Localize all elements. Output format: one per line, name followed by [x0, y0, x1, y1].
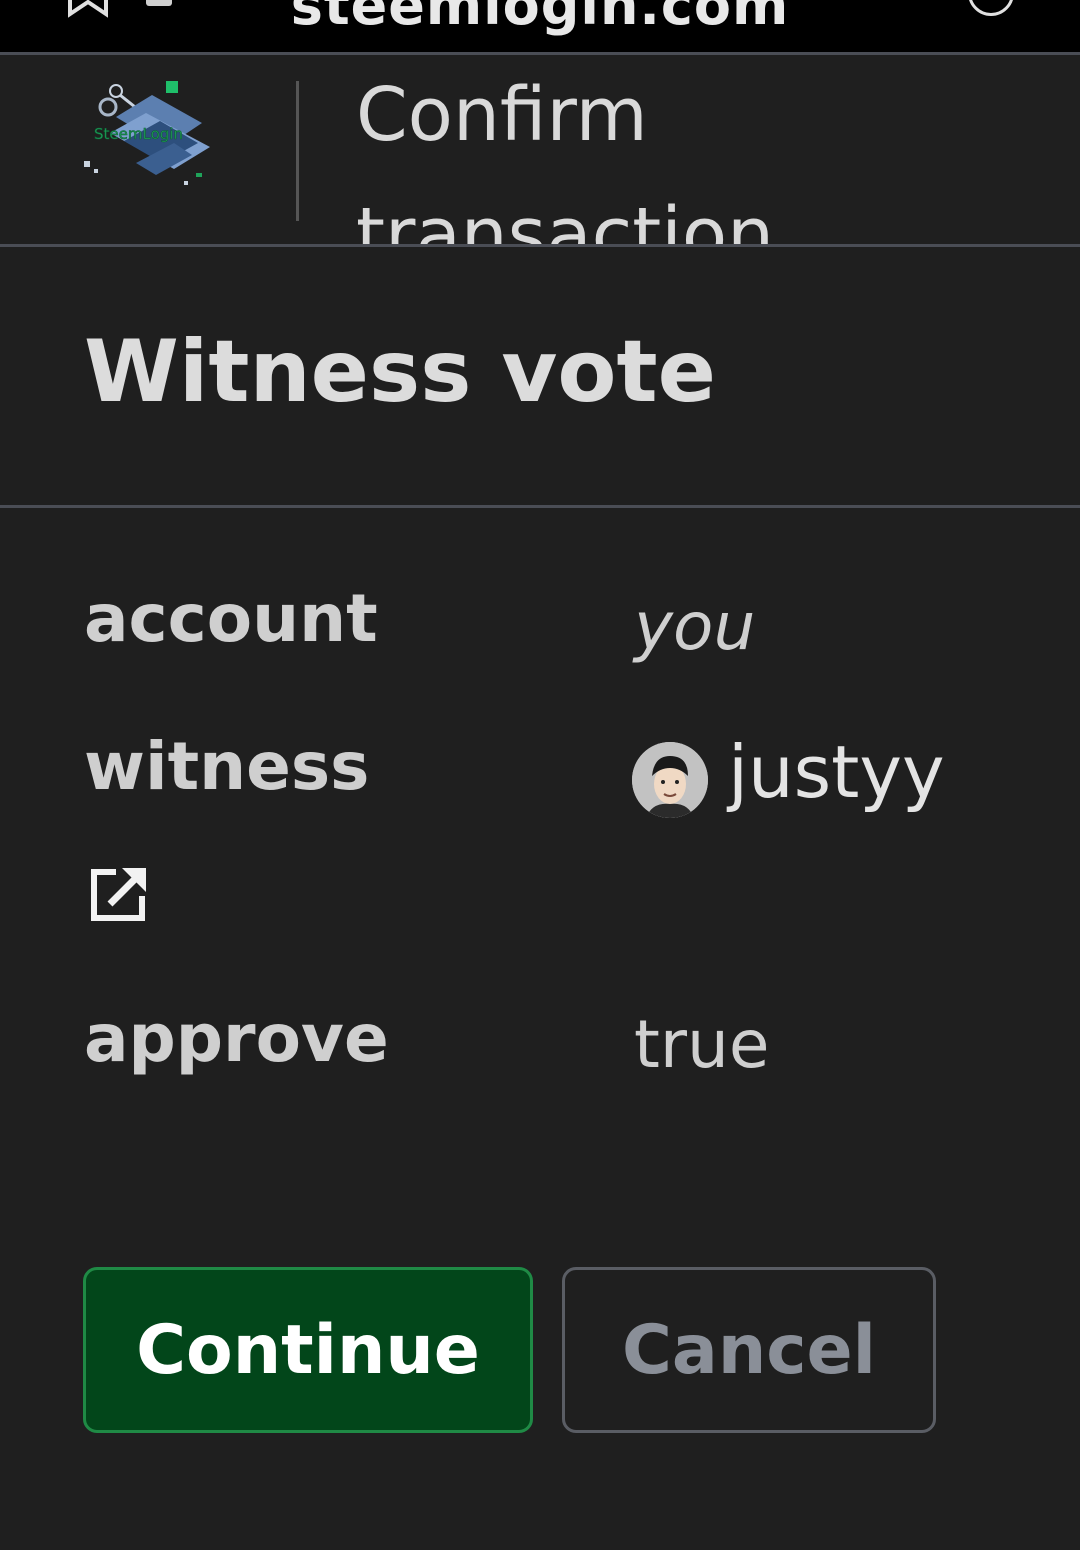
svg-text:SteemLogin: SteemLogin	[94, 125, 183, 143]
page-title: Confirm transaction (active)	[356, 72, 775, 245]
detail-label-witness: witness	[84, 728, 370, 805]
cancel-button[interactable]: Cancel	[562, 1267, 936, 1433]
avatar	[632, 742, 708, 818]
detail-value-approve: true	[634, 1006, 770, 1083]
external-link-icon[interactable]	[88, 864, 150, 926]
header: SteemLogin Confirm transaction (active)	[0, 55, 1080, 245]
detail-label-approve: approve	[84, 1000, 389, 1077]
continue-button[interactable]: Continue	[83, 1267, 533, 1433]
divider	[0, 244, 1080, 247]
steemlogin-logo: SteemLogin	[84, 81, 210, 185]
header-separator	[296, 81, 299, 221]
detail-value-account: you	[634, 588, 756, 665]
url-bar[interactable]: steemlogin.com	[0, 0, 1080, 37]
witness-link[interactable]: justyy	[728, 730, 945, 814]
operation-title: Witness vote	[84, 322, 716, 422]
divider	[0, 505, 1080, 508]
browser-bar: steemlogin.com	[0, 0, 1080, 52]
detail-label-account: account	[84, 580, 378, 657]
